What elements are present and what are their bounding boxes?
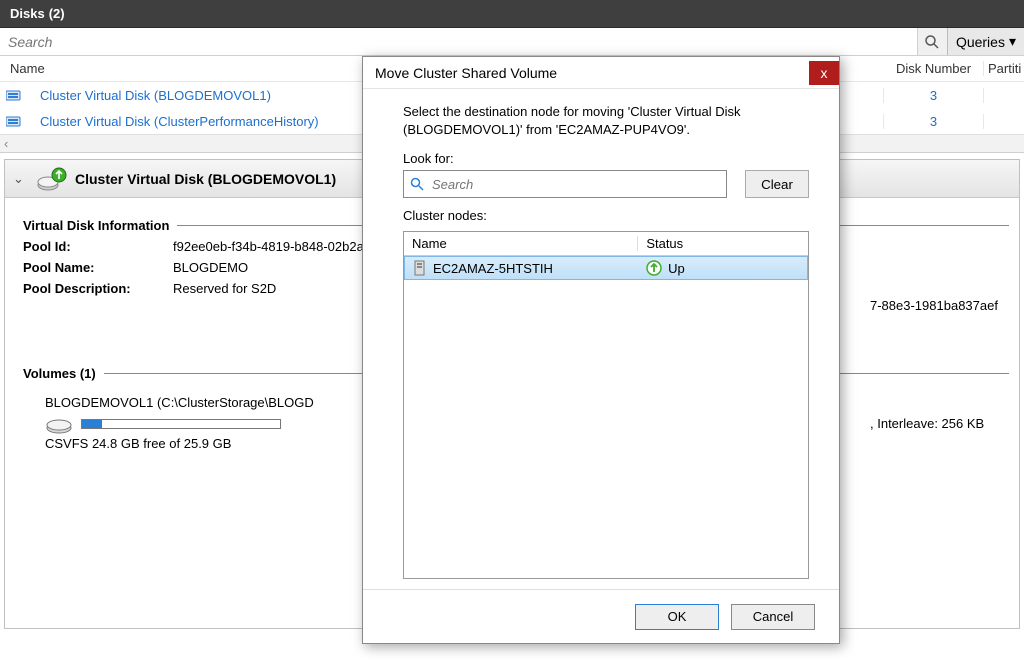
nodes-header: Name Status bbox=[404, 232, 808, 256]
disk-row-disknum: 3 bbox=[884, 88, 984, 103]
expand-collapse-icon[interactable]: ⌄ bbox=[13, 171, 29, 187]
dialog-title-bar: Move Cluster Shared Volume x bbox=[363, 57, 839, 89]
clear-button[interactable]: Clear bbox=[745, 170, 809, 198]
overflow-interleave: , Interleave: 256 KB bbox=[870, 416, 984, 431]
node-status: Up bbox=[668, 261, 685, 276]
title-text: Disks bbox=[10, 6, 45, 21]
node-name: EC2AMAZ-5HTSTIH bbox=[433, 261, 553, 276]
drive-icon bbox=[45, 414, 75, 434]
col-header-partition[interactable]: Partiti bbox=[984, 61, 1024, 76]
volume-usage-bar bbox=[81, 419, 281, 429]
cancel-button[interactable]: Cancel bbox=[731, 604, 815, 630]
status-up-icon bbox=[646, 260, 662, 276]
disk-icon bbox=[6, 114, 24, 128]
disk-row-disknum: 3 bbox=[884, 114, 984, 129]
node-row[interactable]: EC2AMAZ-5HTSTIH Up bbox=[404, 256, 808, 280]
nodes-col-name[interactable]: Name bbox=[404, 236, 638, 251]
lookfor-label: Look for: bbox=[403, 151, 809, 166]
lookfor-searchbox[interactable] bbox=[403, 170, 727, 198]
close-button[interactable]: x bbox=[809, 61, 839, 85]
title-bar: Disks (2) bbox=[0, 0, 1024, 28]
search-icon bbox=[410, 177, 424, 191]
lookfor-input[interactable] bbox=[430, 176, 720, 193]
col-header-disk-number[interactable]: Disk Number bbox=[884, 61, 984, 76]
disk-row-name: Cluster Virtual Disk (BLOGDEMOVOL1) bbox=[30, 88, 380, 103]
search-row: Queries ▾ bbox=[0, 28, 1024, 56]
cluster-nodes-list: Name Status EC2AMAZ-5HTSTIH Up bbox=[403, 231, 809, 579]
server-icon bbox=[413, 260, 427, 276]
title-count: (2) bbox=[49, 6, 65, 21]
virtual-disk-icon bbox=[37, 165, 67, 193]
dialog-buttons: OK Cancel bbox=[363, 589, 839, 643]
disk-icon bbox=[6, 88, 24, 102]
disk-row-name: Cluster Virtual Disk (ClusterPerformance… bbox=[30, 114, 380, 129]
dialog-instruction: Select the destination node for moving '… bbox=[403, 103, 809, 139]
col-header-name[interactable]: Name bbox=[0, 61, 370, 76]
queries-dropdown[interactable]: Queries ▾ bbox=[947, 28, 1024, 55]
search-icon-button[interactable] bbox=[917, 28, 947, 55]
queries-label: Queries bbox=[956, 34, 1005, 50]
details-title: Cluster Virtual Disk (BLOGDEMOVOL1) bbox=[75, 171, 336, 187]
main-search-input[interactable] bbox=[0, 28, 917, 55]
overflow-pool-id: 7-88e3-1981ba837aef bbox=[870, 298, 998, 313]
chevron-down-icon: ▾ bbox=[1009, 33, 1016, 50]
move-csv-dialog: Move Cluster Shared Volume x Select the … bbox=[362, 56, 840, 644]
ok-button[interactable]: OK bbox=[635, 604, 719, 630]
search-icon bbox=[924, 34, 940, 50]
close-icon: x bbox=[821, 65, 828, 81]
scroll-left-icon: ‹ bbox=[4, 136, 8, 151]
cluster-nodes-label: Cluster nodes: bbox=[403, 208, 809, 223]
nodes-col-status[interactable]: Status bbox=[638, 236, 808, 251]
dialog-title: Move Cluster Shared Volume bbox=[375, 65, 557, 81]
